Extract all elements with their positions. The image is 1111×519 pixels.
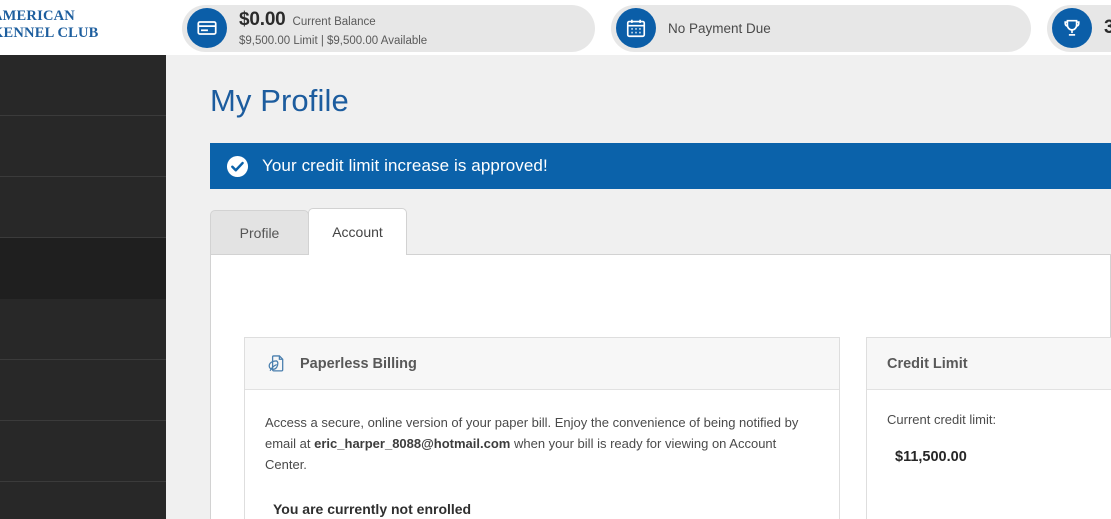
rewards-points-value: 3: [1104, 17, 1111, 38]
credit-limit-approved-banner: Your credit limit increase is approved!: [210, 143, 1111, 189]
tab-account-label: Account: [332, 223, 383, 240]
tab-profile-label: Profile: [239, 224, 280, 241]
banner-message: Your credit limit increase is approved!: [262, 156, 548, 175]
top-header-bar: AMERICAN KENNEL CLUB $0.00 Current Balan…: [0, 0, 1111, 55]
sidebar-item-3[interactable]: [0, 177, 166, 238]
sidebar-item-center[interactable]: Center: [0, 421, 166, 482]
tab-account[interactable]: Account: [308, 208, 407, 255]
header-summary-cards: $0.00 Current Balance $9,500.00 Limit | …: [182, 3, 1111, 53]
sidebar-item-8[interactable]: [0, 482, 166, 519]
credit-limit-card: Credit Limit Current credit limit: $11,5…: [866, 337, 1111, 519]
main-content: My Profile Your credit limit increase is…: [166, 55, 1111, 519]
balance-text-group: $0.00 Current Balance $9,500.00 Limit | …: [239, 8, 427, 48]
sidebar-item-exclusives[interactable]: usives: [0, 360, 166, 421]
profile-account-tabs: Profile Account: [210, 208, 1111, 255]
calendar-icon: [616, 8, 656, 48]
current-balance-amount: $0.00: [239, 8, 286, 30]
payment-due-text: No Payment Due: [668, 20, 771, 36]
credit-limit-card-header: Credit Limit: [867, 338, 1111, 390]
akc-logo[interactable]: AMERICAN KENNEL CLUB: [0, 8, 99, 43]
paperless-description: Access a secure, online version of your …: [265, 412, 819, 475]
sidebar-item-2[interactable]: [0, 116, 166, 177]
paperless-card-title: Paperless Billing: [300, 355, 417, 372]
left-sidebar: usives Center: [0, 55, 166, 519]
limit-available-text: $9,500.00 Limit | $9,500.00 Available: [239, 34, 428, 47]
logo-line-1: AMERICAN: [0, 8, 75, 24]
logo-line-2: KENNEL CLUB: [0, 24, 99, 41]
paperless-card-body: Access a secure, online version of your …: [245, 390, 839, 517]
page-title: My Profile: [210, 83, 349, 118]
credit-limit-card-body: Current credit limit: $11,500.00: [867, 390, 1111, 465]
rewards-card[interactable]: 3: [1047, 4, 1111, 52]
paperless-email: eric_harper_8088@hotmail.com: [314, 436, 511, 452]
current-credit-limit-label: Current credit limit:: [887, 412, 997, 427]
enrollment-status: You are currently not enrolled: [273, 501, 472, 518]
account-tab-panel: Paperless Billing Access a secure, onlin…: [210, 255, 1111, 519]
current-balance-label: Current Balance: [292, 15, 376, 28]
paperless-billing-card: Paperless Billing Access a secure, onlin…: [244, 337, 840, 519]
credit-card-icon: [187, 8, 227, 48]
sidebar-item-4-active[interactable]: [0, 238, 166, 299]
sidebar-item-5[interactable]: [0, 299, 166, 360]
app-screen: AMERICAN KENNEL CLUB $0.00 Current Balan…: [0, 0, 1111, 519]
payment-due-card[interactable]: No Payment Due: [611, 4, 1031, 52]
current-credit-limit-value: $11,500.00: [895, 449, 967, 465]
balance-summary-card[interactable]: $0.00 Current Balance $9,500.00 Limit | …: [182, 4, 595, 52]
trophy-icon: [1052, 8, 1092, 48]
sidebar-item-1[interactable]: [0, 55, 166, 116]
paperless-leaf-icon: [268, 354, 284, 372]
check-circle-icon: [226, 155, 249, 177]
tab-profile[interactable]: Profile: [210, 210, 309, 254]
paperless-card-header: Paperless Billing: [245, 338, 839, 390]
credit-limit-card-title: Credit Limit: [887, 355, 968, 372]
